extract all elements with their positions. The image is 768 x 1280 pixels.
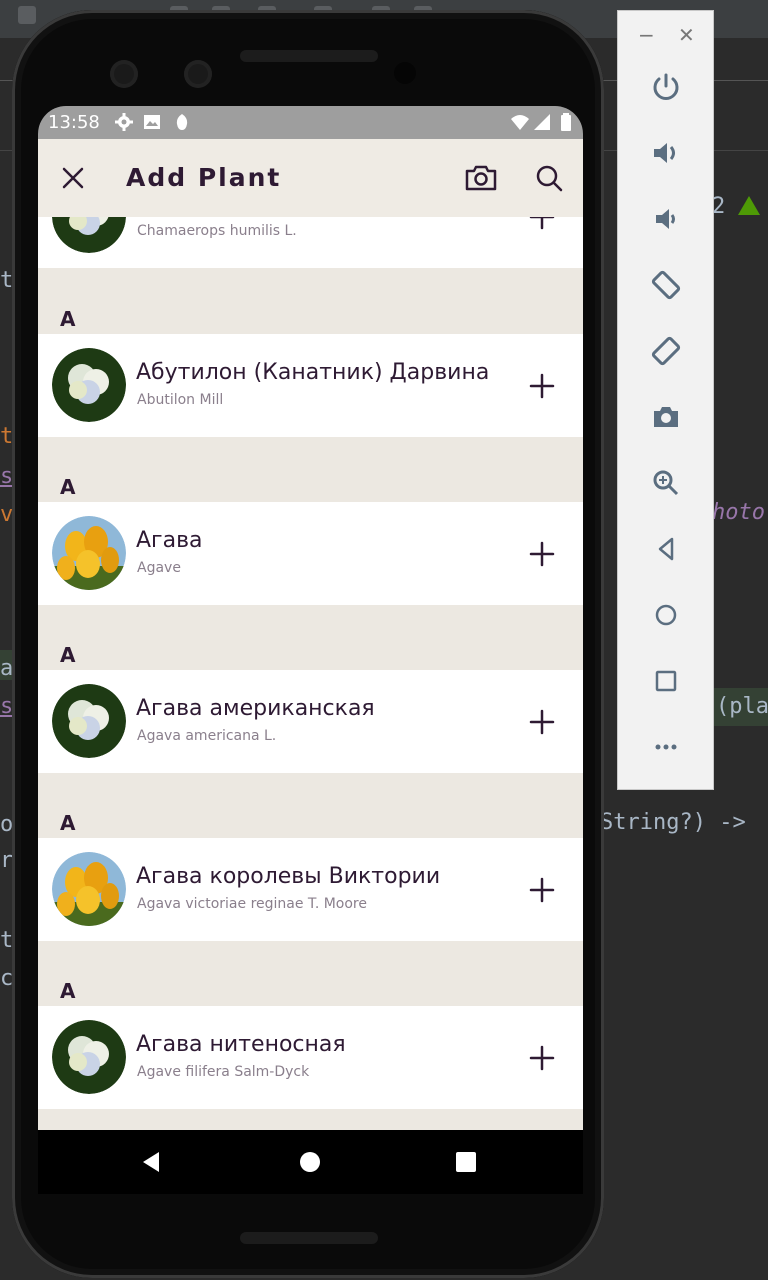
overview-icon[interactable] xyxy=(452,1148,480,1176)
status-bar: 13:58 xyxy=(38,106,583,139)
add-icon[interactable] xyxy=(526,706,558,738)
plant-name: Агава нитеносная xyxy=(136,1032,346,1057)
plant-name: Агава xyxy=(136,528,203,553)
front-camera xyxy=(110,60,138,88)
volume-up-icon[interactable] xyxy=(648,135,684,171)
list-item[interactable]: Абутилон (Канатник) Дарвина Abutilon Mil… xyxy=(38,334,583,437)
page-title: Add Plant xyxy=(126,163,282,192)
list-item[interactable]: Агава Agave xyxy=(38,502,583,605)
list-item[interactable]: Агава американская Agava americana L. xyxy=(38,670,583,773)
plant-image xyxy=(52,1020,126,1094)
code-fragment: (pla xyxy=(716,694,768,719)
camera-icon[interactable] xyxy=(648,399,684,435)
status-time: 13:58 xyxy=(48,112,100,133)
bottom-speaker xyxy=(240,1232,378,1244)
add-icon[interactable] xyxy=(526,217,558,233)
plant-name: Абутилон (Канатник) Дарвина xyxy=(136,360,490,385)
minimize-button[interactable]: − xyxy=(638,23,655,47)
plant-image xyxy=(52,852,126,926)
warning-icon[interactable] xyxy=(738,196,760,215)
section-header: A xyxy=(60,307,76,331)
plant-image xyxy=(52,684,126,758)
power-icon[interactable] xyxy=(648,69,684,105)
gallery-icon xyxy=(144,115,160,129)
plant-latin-name: Abutilon Mill xyxy=(137,392,224,408)
plant-latin-name: Chamaerops humilis L. xyxy=(137,223,297,239)
volume-down-icon[interactable] xyxy=(648,201,684,237)
phone-screen: 13:58 Add Plant Chamaerops humilis L. A xyxy=(38,106,583,1194)
app-bar: Add Plant xyxy=(38,139,583,217)
overview-icon[interactable] xyxy=(648,663,684,699)
navigation-bar xyxy=(38,1130,583,1194)
back-icon[interactable] xyxy=(137,1148,165,1176)
add-icon[interactable] xyxy=(526,1042,558,1074)
home-icon[interactable] xyxy=(648,597,684,633)
rotate-right-icon[interactable] xyxy=(648,333,684,369)
close-icon[interactable] xyxy=(56,161,90,195)
more-icon[interactable] xyxy=(648,729,684,765)
rotate-left-icon[interactable] xyxy=(648,267,684,303)
signal-icon xyxy=(534,114,550,130)
list-item[interactable]: Агава королевы Виктории Agava victoriae … xyxy=(38,838,583,941)
plant-image xyxy=(52,516,126,590)
plant-latin-name: Agave filifera Salm-Dyck xyxy=(137,1064,310,1080)
add-icon[interactable] xyxy=(526,538,558,570)
add-icon[interactable] xyxy=(526,370,558,402)
plant-latin-name: Agava victoriae reginae T. Moore xyxy=(137,896,367,912)
code-fragment: String?) -> xyxy=(600,810,746,835)
wifi-icon xyxy=(511,115,529,130)
camera-icon[interactable] xyxy=(464,161,498,195)
section-header: A xyxy=(60,979,76,1003)
list-item[interactable]: Агава нитеносная Agave filifera Salm-Dyc… xyxy=(38,1006,583,1109)
plant-image xyxy=(52,217,126,253)
section-header: A xyxy=(60,643,76,667)
battery-icon xyxy=(561,113,571,131)
code-fragment: hoto xyxy=(712,500,765,525)
search-icon[interactable] xyxy=(532,161,566,195)
add-icon[interactable] xyxy=(526,874,558,906)
section-header: A xyxy=(60,475,76,499)
section-header: A xyxy=(60,811,76,835)
ide-toolbar-icon[interactable] xyxy=(18,6,36,24)
plant-list[interactable]: Chamaerops humilis L. A Абутилон (Канатн… xyxy=(38,217,583,1130)
plant-name: Агава американская xyxy=(136,696,375,721)
list-item[interactable]: Chamaerops humilis L. xyxy=(38,217,583,268)
zoom-icon[interactable] xyxy=(648,465,684,501)
front-camera xyxy=(184,60,212,88)
plant-latin-name: Agava americana L. xyxy=(137,728,277,744)
close-button[interactable]: ✕ xyxy=(678,23,695,47)
plant-image xyxy=(52,348,126,422)
back-icon[interactable] xyxy=(648,531,684,567)
emulator-controls-panel: − ✕ xyxy=(617,10,714,790)
proximity-sensor xyxy=(394,62,416,84)
earpiece-speaker xyxy=(240,50,378,62)
home-icon[interactable] xyxy=(296,1148,324,1176)
settings-icon xyxy=(115,113,133,131)
plant-name: Агава королевы Виктории xyxy=(136,864,441,889)
app-notification-icon xyxy=(176,114,188,130)
plant-latin-name: Agave xyxy=(137,560,181,576)
